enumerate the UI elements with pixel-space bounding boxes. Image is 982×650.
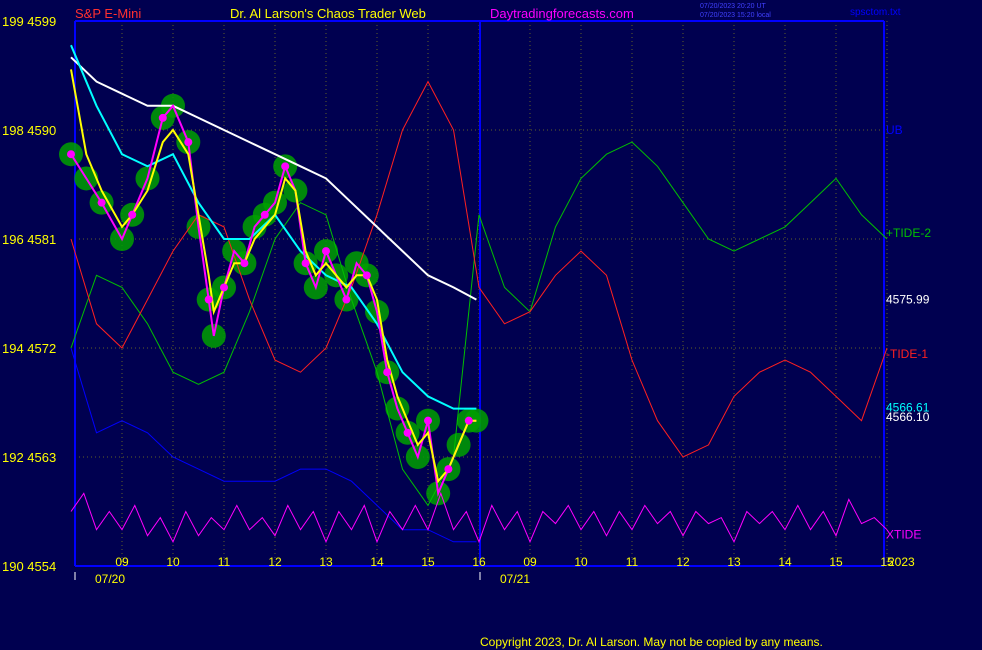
filename-label: spsctom.txt [850, 7, 901, 18]
price-dot [403, 428, 412, 437]
price-dot [322, 247, 330, 256]
symbol-label: S&P E-Mini [75, 6, 141, 21]
chart-title: Dr. Al Larson's Chaos Trader Web [230, 6, 426, 21]
x-tick-label: 13 [319, 555, 333, 569]
y-tick-label: 192 4563 [2, 450, 56, 465]
x-tick-label: 15 [829, 555, 843, 569]
right-label: XTIDE [886, 528, 921, 542]
x-tick-label: 11 [626, 555, 639, 569]
price-dot [67, 150, 75, 159]
date-label: 07/21 [500, 572, 530, 586]
x-tick-label: 12 [268, 555, 282, 569]
right-label: +TIDE-2 [886, 226, 931, 240]
price-dot [301, 259, 310, 268]
price-dot [220, 283, 228, 292]
x-tick-label: 13 [727, 555, 741, 569]
price-dot [184, 138, 193, 147]
y-tick-label: 194 4572 [2, 341, 56, 356]
x-tick-label: 11 [218, 555, 231, 569]
price-dot [204, 295, 213, 304]
right-label: UB [886, 123, 903, 137]
chart: 09 10 11 12 13 14 15 16 09 10 11 12 13 14 15 15199 4599… [0, 0, 982, 650]
price-dot [97, 198, 106, 207]
price-dot [342, 295, 351, 304]
site-link[interactable]: Daytradingforecasts.com [490, 6, 634, 21]
price-dot [362, 271, 371, 280]
price-dot [128, 210, 137, 219]
x-tick-label: 12 [676, 555, 690, 569]
x-tick-label: 09 [523, 555, 537, 569]
right-label: -TIDE-1 [886, 347, 928, 361]
price-dot [281, 162, 290, 171]
x-tick-label: 16 [472, 555, 486, 569]
x-tick-label: 10 [574, 555, 588, 569]
y-tick-label: 198 4590 [2, 123, 56, 138]
price-dot [464, 416, 473, 425]
date-label: 07/20 [95, 572, 125, 586]
copyright: Copyright 2023, Dr. Al Larson. May not b… [480, 635, 823, 649]
chart-background [0, 0, 982, 650]
x-tick-label: 15 [421, 555, 435, 569]
price-dot [424, 416, 432, 425]
timestamp-ut: 07/20/2023 20:20 UT [700, 3, 766, 10]
price-dot [444, 465, 453, 474]
x-tick-label: 09 [115, 555, 129, 569]
x-tick-label: 14 [778, 555, 792, 569]
price-dot [260, 210, 269, 219]
y-tick-label: 196 4581 [2, 232, 56, 247]
y-tick-label: 190 4554 [2, 559, 56, 574]
price-dot [158, 113, 167, 122]
right-label: 4566.10 [886, 410, 930, 424]
price-dot [240, 259, 249, 268]
timestamp-local: 07/20/2023 15:20 local [700, 12, 771, 19]
year-label: 2023 [888, 555, 915, 569]
price-dot [383, 368, 392, 377]
x-tick-label: 14 [370, 555, 384, 569]
right-label: 4575.99 [886, 293, 930, 307]
y-tick-label: 199 4599 [2, 14, 56, 29]
x-tick-label: 10 [166, 555, 180, 569]
